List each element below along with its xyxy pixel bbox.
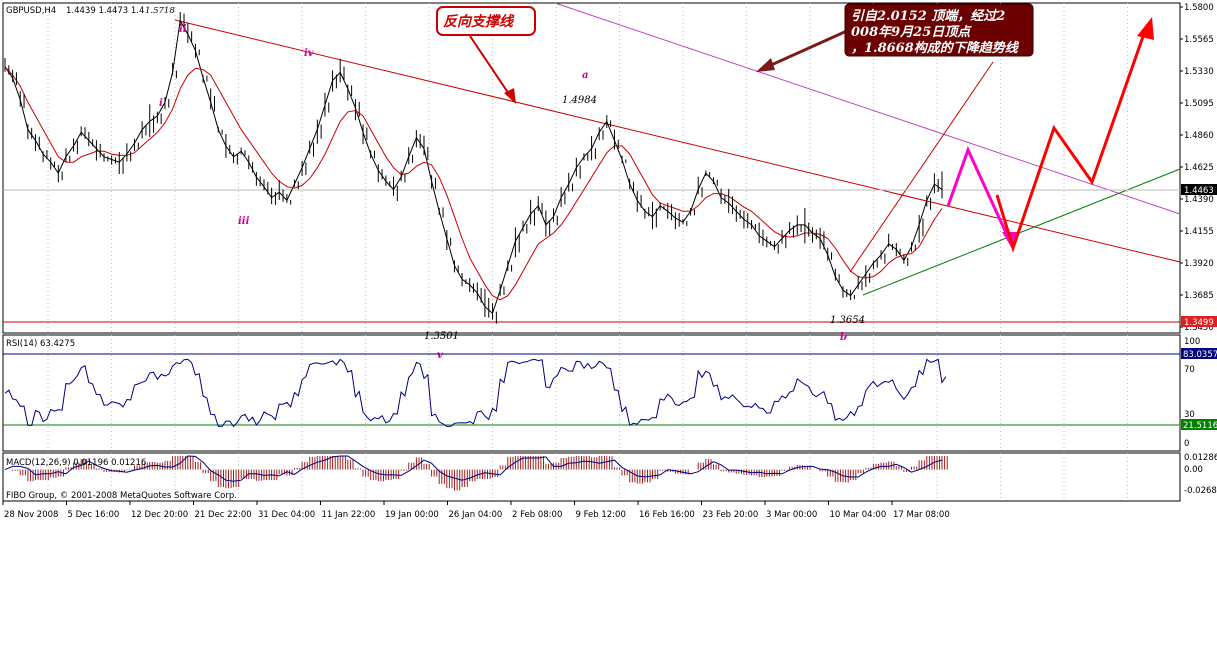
rsi-tick-0: 0	[1184, 439, 1189, 449]
rsi-lower-value: 21.5116	[1183, 421, 1217, 431]
price-label-v-low: 1.3501	[424, 331, 459, 342]
chart-canvas: GBPUSD,H4 1.4439 1.4473 1.4 1.5718 反向支撑线…	[2, 2, 1217, 520]
price-tick-label: 1.3920	[1184, 259, 1214, 269]
macd-tick-bottom: -0.02685	[1184, 486, 1217, 496]
symbol-label: GBPUSD,H4	[6, 6, 56, 16]
time-tick-label: 9 Feb 12:00	[576, 510, 626, 520]
wave-label-v: v	[437, 350, 443, 361]
time-tick-label: 3 Mar 00:00	[766, 510, 817, 520]
rsi-title: RSI(14) 63.4275	[6, 339, 75, 349]
support-level-value: 1.3499	[1184, 318, 1214, 328]
wave-label-a: a	[582, 70, 588, 81]
rsi-tick-30: 30	[1184, 410, 1195, 420]
time-tick-label: 17 Mar 08:00	[893, 510, 950, 520]
wave-label-b: b	[840, 332, 847, 343]
price-tick-label: 1.5800	[1184, 3, 1214, 13]
price-tick-label: 1.5095	[1184, 99, 1214, 109]
price-axis: 1.5800 1.5565 1.5330 1.5095 1.4860 1.4625 1.43…	[1180, 3, 1214, 333]
time-tick-label: 23 Feb 20:00	[703, 510, 759, 520]
rsi-upper-value: 83.0357	[1183, 350, 1217, 360]
rsi-panel	[2, 334, 1181, 452]
wave-label-iv: iv	[304, 48, 314, 59]
wave-label-ii: ii	[179, 24, 187, 35]
time-tick-label: 28 Nov 2008	[4, 510, 58, 520]
time-tick-label: 5 Dec 16:00	[68, 510, 120, 520]
time-tick-label: 16 Feb 16:00	[639, 510, 695, 520]
wave-label-iii: iii	[238, 216, 250, 227]
high-price-label: 1.5718	[145, 6, 175, 16]
price-tick-label: 1.5565	[1184, 35, 1214, 45]
time-tick-label: 26 Jan 04:00	[449, 510, 503, 520]
wave-label-i: i	[159, 98, 163, 109]
copyright-text: FIBO Group, © 2001-2008 MetaQuotes Softw…	[6, 491, 237, 501]
price-tick-label: 1.4625	[1184, 163, 1214, 173]
price-tick-label: 1.4860	[1184, 131, 1214, 141]
ohlc-label: 1.4439 1.4473 1.4	[66, 6, 144, 16]
time-tick-label: 21 Dec 22:00	[195, 510, 252, 520]
time-tick-label: 10 Mar 04:00	[830, 510, 887, 520]
time-axis: 28 Nov 2008 5 Dec 16:00 12 Dec 20:00 21 Dec…	[2, 501, 950, 520]
price-label-a-high: 1.4984	[562, 95, 597, 106]
support-line-callout-text: 反向支撑线	[443, 13, 515, 30]
time-tick-label: 11 Jan 22:00	[322, 510, 376, 520]
price-tick-label: 1.5330	[1184, 67, 1214, 77]
macd-tick-top: 0.01286	[1184, 453, 1217, 463]
rsi-tick-70: 70	[1184, 365, 1195, 375]
price-tick-label: 1.4155	[1184, 227, 1214, 237]
time-tick-label: 19 Jan 00:00	[385, 510, 439, 520]
price-tick-label: 1.4390	[1184, 195, 1214, 205]
time-tick-label: 12 Dec 20:00	[131, 510, 188, 520]
rsi-tick-100: 100	[1184, 337, 1200, 347]
price-tick-label: 1.3685	[1184, 291, 1214, 301]
time-tick-label: 31 Dec 04:00	[258, 510, 315, 520]
macd-tick-zero: 0.00	[1184, 465, 1203, 475]
time-tick-label: 2 Feb 08:00	[512, 510, 562, 520]
price-label-b-low: 1.3654	[830, 315, 865, 326]
macd-title: MACD(12,26,9) 0.01196 0.01216	[6, 458, 146, 468]
current-price-value: 1.4463	[1184, 186, 1214, 196]
